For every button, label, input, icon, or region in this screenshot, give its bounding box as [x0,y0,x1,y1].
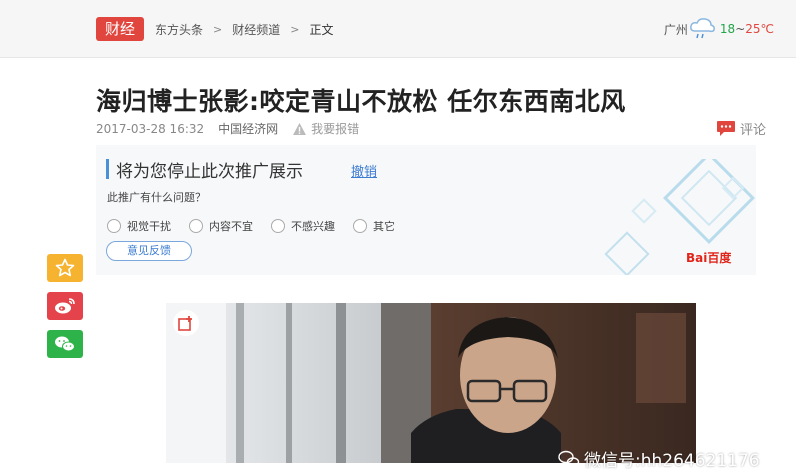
breadcrumb-channel[interactable]: 财经频道 [232,21,280,38]
option-inappropriate[interactable]: 内容不宜 [189,218,253,234]
article-meta: 2017-03-28 16:32 中国经济网 我要报错 [96,120,359,137]
comment-icon [716,121,735,136]
wechat-icon [55,336,75,352]
expand-image-button[interactable] [173,310,199,336]
undo-link[interactable]: 撤销 [351,161,377,180]
photo-watermark: 微信号:hh264621176 [558,446,760,471]
option-label: 不感兴趣 [291,220,335,233]
star-icon [55,258,75,277]
article-photo[interactable] [166,303,696,463]
comment-label: 评论 [739,123,766,138]
weibo-icon [55,298,75,314]
cloud-rain-icon [690,18,715,39]
channel-badge[interactable]: 财经 [96,17,144,41]
publish-date: 2017-03-28 16:32 [96,121,205,136]
photo-scene [166,303,696,463]
ad-feedback-heading: 将为您停止此次推广展示 [116,162,303,182]
warning-icon [293,122,307,135]
option-visual-interference[interactable]: 视觉干扰 [107,218,171,234]
comment-button[interactable]: 评论 [716,119,766,138]
report-error-link[interactable]: 我要报错 [292,120,359,137]
article-source[interactable]: 中国经济网 [218,120,278,137]
radio-button[interactable] [353,219,367,233]
weather-tilde: ~ [735,22,746,36]
breadcrumb-separator: > [213,23,223,36]
weibo-share-button[interactable] [47,292,83,320]
breadcrumb-home[interactable]: 东方头条 [155,21,203,38]
watermark-text: 微信号:hh264621176 [584,451,760,471]
radio-button[interactable] [107,219,121,233]
option-label: 内容不宜 [209,220,253,233]
decorative-diamonds [604,159,755,275]
ad-feedback-panel: 将为您停止此次推广展示 撤销 此推广有什么问题？ 视觉干扰 内容不宜 不感兴趣 … [96,145,756,275]
wechat-watermark-icon [558,450,580,467]
breadcrumb: 东方头条 > 财经频道 > 正文 [155,21,333,38]
top-navigation-bar: 财经 东方头条 > 财经频道 > 正文 广州 18 ~ 25℃ [0,0,796,58]
weather-temp-high: 25℃ [745,22,774,36]
radio-button[interactable] [271,219,285,233]
favorite-button[interactable] [47,254,83,282]
option-other[interactable]: 其它 [353,218,395,234]
breadcrumb-separator: > [290,23,300,36]
ad-feedback-options: 视觉干扰 内容不宜 不感兴趣 其它 [107,218,413,234]
baidu-logo: Bai百度 [686,249,731,266]
breadcrumb-current: 正文 [309,23,334,37]
baidu-brand-label: Bai百度 [686,251,732,265]
heading-accent-bar [106,159,109,179]
radio-button[interactable] [189,219,203,233]
weather-widget: 广州 18 ~ 25℃ [664,17,774,41]
feedback-button[interactable]: 意见反馈 [106,241,192,261]
wechat-share-button[interactable] [47,330,83,358]
option-not-interested[interactable]: 不感兴趣 [271,218,335,234]
article-title: 海归博士张影:咬定青山不放松 任尔东西南北风 [96,87,626,116]
report-error-label: 我要报错 [311,122,360,136]
weather-city: 广州 [663,22,688,37]
option-label: 视觉干扰 [127,220,171,233]
ad-feedback-question: 此推广有什么问题？ [107,191,206,204]
weather-temp-low: 18 [719,22,736,36]
expand-icon [178,316,192,331]
option-label: 其它 [373,220,395,233]
